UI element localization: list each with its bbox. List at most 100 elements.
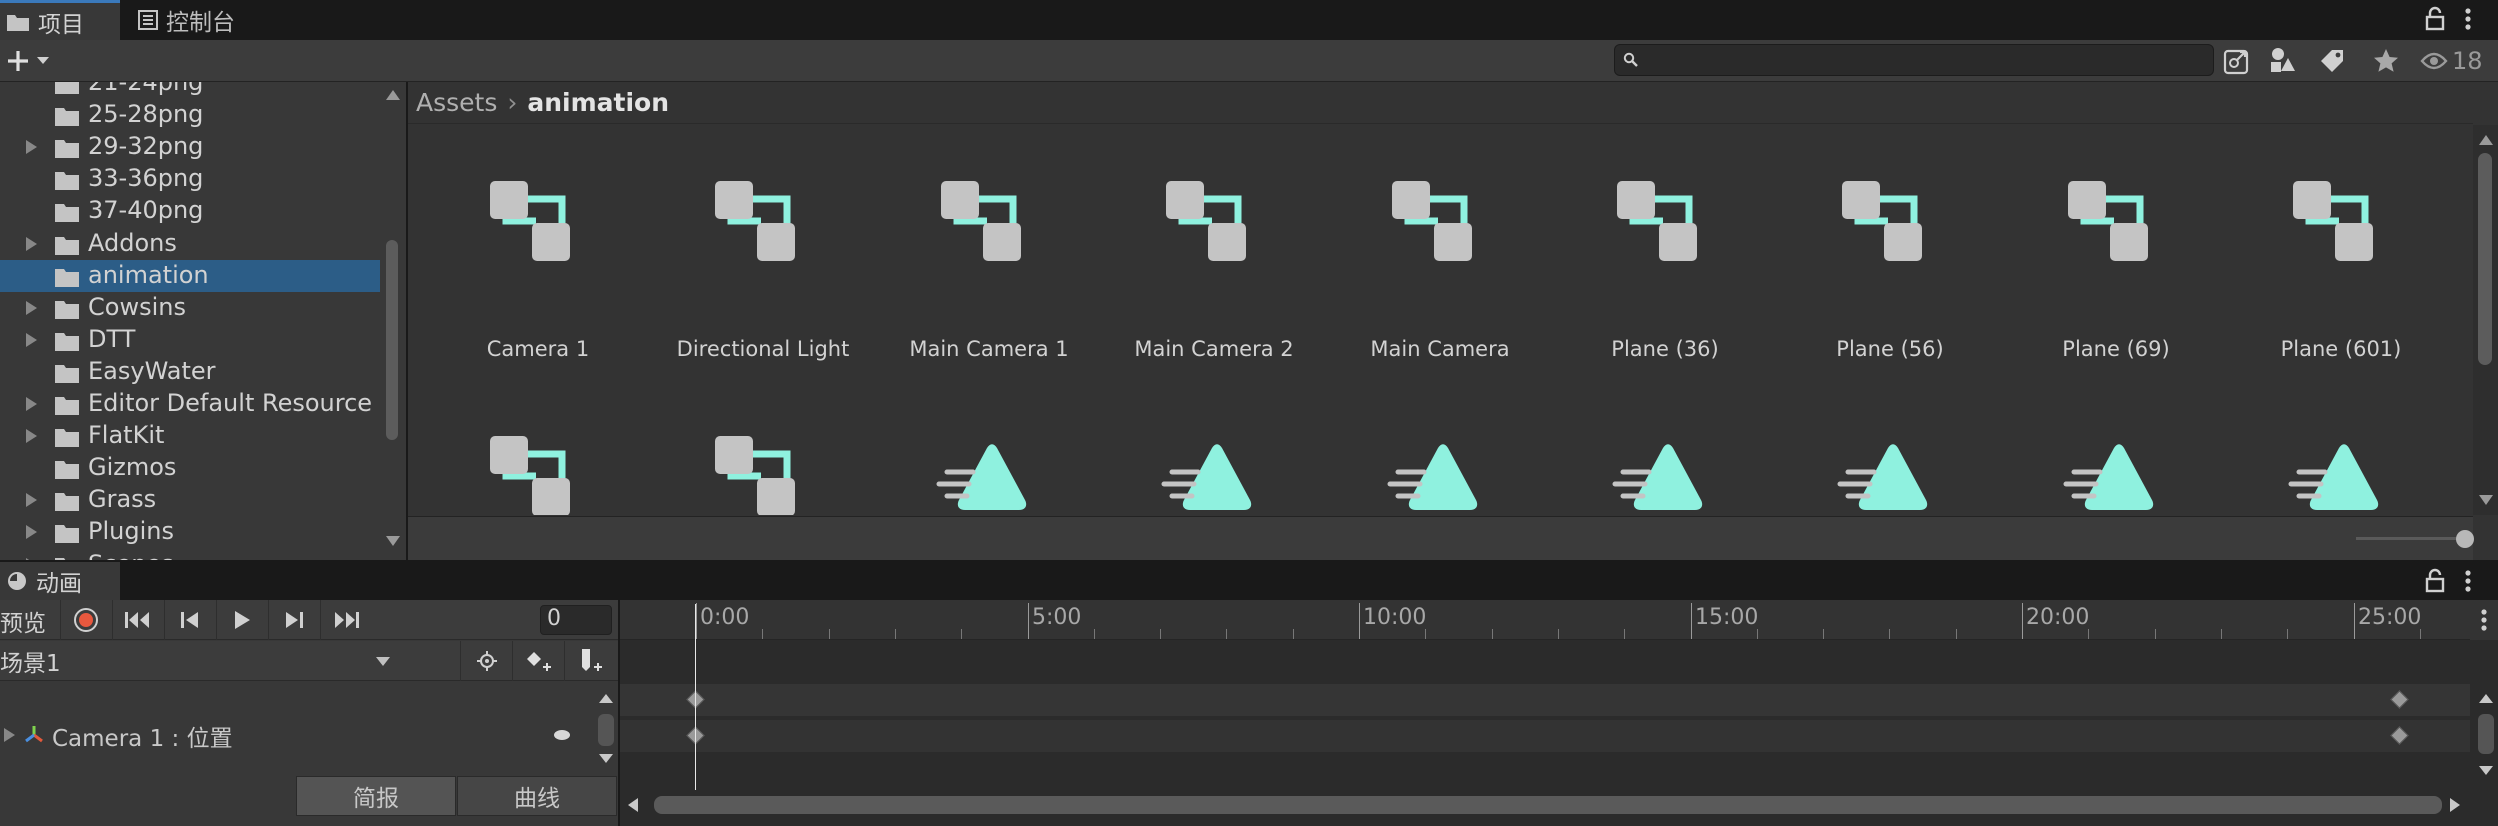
icon-size-slider-handle[interactable]: [2456, 530, 2474, 548]
folder-tree-item[interactable]: EasyWater: [0, 356, 380, 388]
asset-item[interactable]: Main Camera 1: [889, 125, 1089, 361]
playhead[interactable]: [695, 604, 696, 790]
asset-item[interactable]: Plane (56): [1790, 125, 1990, 361]
asset-item[interactable]: [2241, 380, 2441, 515]
asset-item[interactable]: [1340, 380, 1540, 515]
scrollbar-thumb[interactable]: [386, 240, 398, 440]
property-row[interactable]: Camera 1 : 位置: [0, 710, 590, 760]
asset-item[interactable]: [663, 380, 863, 515]
expand-arrow-icon[interactable]: [26, 237, 37, 251]
expand-arrow-icon[interactable]: [26, 397, 37, 411]
expand-arrow-icon[interactable]: [26, 558, 37, 560]
scroll-right-icon[interactable]: [2450, 798, 2460, 812]
keyframe-marker[interactable]: [2390, 690, 2409, 709]
scroll-down-icon[interactable]: [2479, 766, 2493, 775]
scroll-up-icon[interactable]: [386, 90, 400, 100]
last-keyframe-button[interactable]: [320, 600, 370, 640]
asset-item[interactable]: Directional Light: [663, 125, 863, 361]
folder-tree-item[interactable]: Plugins: [0, 516, 380, 548]
scroll-down-icon[interactable]: [599, 754, 613, 763]
search-window-icon[interactable]: [2220, 44, 2254, 78]
scrollbar-thumb[interactable]: [2478, 153, 2492, 365]
summary-keyframe-lane[interactable]: [620, 684, 2470, 716]
folder-tree-scrollbar[interactable]: [380, 82, 406, 560]
folder-tree-item[interactable]: Gizmos: [0, 452, 380, 484]
folder-tree-item[interactable]: FlatKit: [0, 420, 380, 452]
scroll-up-icon[interactable]: [2479, 694, 2493, 703]
asset-item[interactable]: [1114, 380, 1314, 515]
timeline-horizontal-scrollbar[interactable]: [620, 792, 2470, 818]
asset-grid-scrollbar[interactable]: [2473, 125, 2498, 515]
asset-item[interactable]: Camera 1: [438, 125, 638, 361]
filter-by-selection-button[interactable]: [460, 641, 512, 681]
keyframe-marker[interactable]: [2390, 726, 2409, 745]
tab-console[interactable]: 控制台: [128, 0, 278, 40]
add-event-button[interactable]: [564, 641, 616, 681]
folder-tree-item[interactable]: 29-32png: [0, 131, 380, 163]
asset-item[interactable]: Plane (601): [2241, 125, 2441, 361]
tab-curves[interactable]: 曲线: [457, 776, 617, 816]
keyframe-dot-icon[interactable]: [554, 730, 570, 740]
icon-size-slider-track[interactable]: [2356, 537, 2466, 540]
folder-tree-item[interactable]: DTT: [0, 324, 380, 356]
folder-tree-item[interactable]: 21-24png: [0, 82, 380, 99]
filter-by-label-icon[interactable]: [2312, 42, 2352, 80]
tab-dopesheet[interactable]: 简报: [296, 776, 456, 816]
timeline-menu[interactable]: [2470, 600, 2498, 640]
asset-item[interactable]: Plane (69): [2016, 125, 2216, 361]
folder-tree-item[interactable]: Cowsins: [0, 292, 380, 324]
tab-project[interactable]: 项目: [0, 0, 120, 40]
asset-item[interactable]: Main Camera 2: [1114, 125, 1314, 361]
folder-tree-item[interactable]: animation: [0, 260, 380, 292]
asset-item[interactable]: [1790, 380, 1990, 515]
lock-icon[interactable]: [2424, 568, 2446, 594]
previous-keyframe-button[interactable]: [164, 600, 214, 640]
expand-arrow-icon[interactable]: [4, 728, 15, 742]
play-button[interactable]: [216, 600, 266, 640]
expand-arrow-icon[interactable]: [26, 429, 37, 443]
scrollbar-thumb[interactable]: [598, 714, 614, 746]
asset-item[interactable]: Plane (36): [1565, 125, 1765, 361]
folder-tree-item[interactable]: 33-36png: [0, 163, 380, 195]
record-button[interactable]: [60, 600, 110, 640]
scroll-left-icon[interactable]: [628, 798, 638, 812]
hidden-packages-toggle[interactable]: 18: [2420, 42, 2483, 80]
scrollbar-thumb[interactable]: [654, 796, 2442, 814]
asset-item[interactable]: [889, 380, 1089, 515]
frame-number-field[interactable]: 0: [540, 605, 612, 635]
more-options-icon[interactable]: [2463, 568, 2473, 594]
expand-arrow-icon[interactable]: [26, 140, 37, 154]
expand-arrow-icon[interactable]: [26, 493, 37, 507]
breadcrumb-current[interactable]: animation: [527, 88, 669, 117]
next-keyframe-button[interactable]: [268, 600, 318, 640]
tab-animation[interactable]: 动画: [0, 562, 120, 600]
asset-item[interactable]: [1565, 380, 1765, 515]
filter-by-type-icon[interactable]: [2262, 42, 2302, 80]
lock-icon[interactable]: [2424, 6, 2446, 32]
scroll-down-icon[interactable]: [2479, 495, 2493, 505]
breadcrumb-assets[interactable]: Assets: [416, 88, 497, 117]
folder-tree-item[interactable]: Grass: [0, 484, 380, 516]
expand-arrow-icon[interactable]: [26, 525, 37, 539]
folder-tree-item[interactable]: Addons: [0, 228, 380, 260]
folder-tree-item[interactable]: 37-40png: [0, 195, 380, 227]
search-input[interactable]: [1614, 44, 2214, 76]
add-keyframe-button[interactable]: [512, 641, 564, 681]
clip-selector[interactable]: 场景1: [0, 641, 400, 681]
dopesheet-vertical-scrollbar[interactable]: [2474, 684, 2498, 792]
favorite-star-icon[interactable]: [2366, 42, 2406, 80]
preview-toggle[interactable]: 预览: [0, 604, 46, 638]
asset-item[interactable]: [438, 380, 638, 515]
folder-tree[interactable]: 21-24png 25-28png 29-32png 33-36png 37-40png…: [0, 82, 380, 560]
folder-tree-item[interactable]: 25-28png: [0, 99, 380, 131]
folder-tree-item[interactable]: Editor Default Resource: [0, 388, 380, 420]
scroll-up-icon[interactable]: [599, 694, 613, 703]
scroll-down-icon[interactable]: [386, 536, 400, 546]
scroll-up-icon[interactable]: [2479, 135, 2493, 145]
scrollbar-thumb[interactable]: [2478, 714, 2494, 754]
property-keyframe-lane[interactable]: [620, 720, 2470, 752]
first-keyframe-button[interactable]: [112, 600, 162, 640]
create-button[interactable]: [6, 46, 56, 76]
folder-tree-item[interactable]: Scenes: [0, 549, 380, 560]
asset-item[interactable]: Main Camera: [1340, 125, 1540, 361]
